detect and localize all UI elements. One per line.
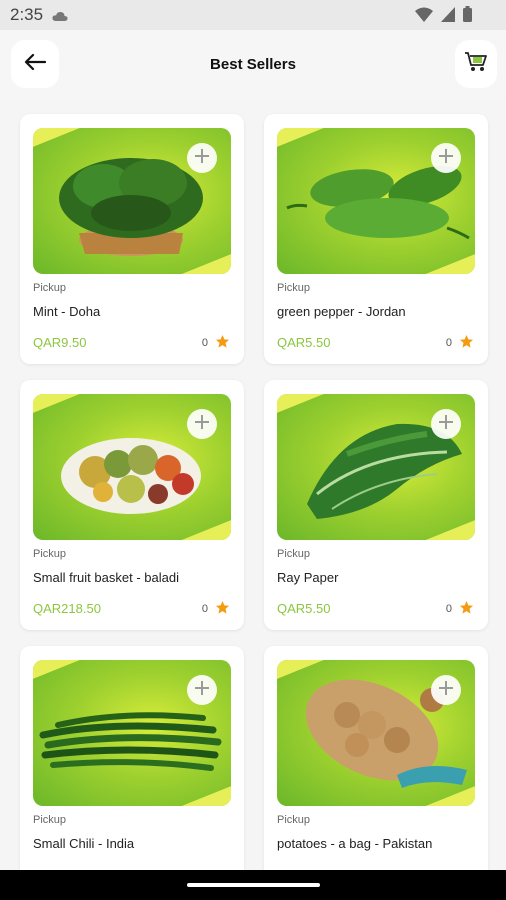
product-image xyxy=(277,394,475,540)
product-card[interactable]: Pickup Ray Paper QAR5.50 0 xyxy=(264,380,488,630)
product-price: QAR5.50 xyxy=(277,601,331,616)
status-time: 2:35 xyxy=(10,5,44,24)
product-rating: 0 xyxy=(446,334,474,352)
product-card[interactable]: Pickup Small Chili - India xyxy=(20,646,244,896)
pickup-label: Pickup xyxy=(33,282,67,294)
star-icon xyxy=(215,600,230,618)
star-icon xyxy=(459,600,474,618)
plus-icon xyxy=(438,680,454,701)
plus-icon xyxy=(438,148,454,169)
product-price: QAR9.50 xyxy=(33,335,87,350)
product-name: potatoes - a bag - Pakistan xyxy=(277,836,433,851)
system-nav-bar xyxy=(0,870,506,900)
pickup-label: Pickup xyxy=(33,548,67,560)
cloud-icon xyxy=(52,9,68,27)
add-to-cart-button[interactable] xyxy=(187,143,217,173)
rating-value: 0 xyxy=(445,337,452,349)
signal-icon xyxy=(441,6,455,27)
pickup-label: Pickup xyxy=(33,814,67,826)
product-name: Small fruit basket - baladi xyxy=(33,570,179,585)
product-name: Mint - Doha xyxy=(33,304,101,319)
add-to-cart-button[interactable] xyxy=(187,409,217,439)
product-image xyxy=(33,128,231,274)
plus-icon xyxy=(194,680,210,701)
home-gesture-handle[interactable] xyxy=(187,883,320,887)
product-name: Ray Paper xyxy=(277,570,339,585)
plus-icon xyxy=(194,148,210,169)
add-to-cart-button[interactable] xyxy=(431,409,461,439)
cart-button[interactable] xyxy=(455,40,497,88)
rating-value: 0 xyxy=(201,603,208,615)
product-image xyxy=(33,660,231,806)
rating-value: 0 xyxy=(445,603,452,615)
status-bar: 2:35 xyxy=(0,0,506,30)
cart-icon xyxy=(464,51,488,78)
star-icon xyxy=(459,334,474,352)
product-rating: 0 xyxy=(446,600,474,618)
add-to-cart-button[interactable] xyxy=(187,675,217,705)
product-price: QAR218.50 xyxy=(33,601,101,616)
product-image xyxy=(277,660,475,806)
pickup-label: Pickup xyxy=(277,282,311,294)
product-card[interactable]: Pickup Small fruit basket - baladi QAR21… xyxy=(20,380,244,630)
star-icon xyxy=(215,334,230,352)
product-card[interactable]: Pickup potatoes - a bag - Pakistan xyxy=(264,646,488,896)
add-to-cart-button[interactable] xyxy=(431,143,461,173)
product-price: QAR5.50 xyxy=(277,335,331,350)
plus-icon xyxy=(194,414,210,435)
battery-icon xyxy=(463,6,472,27)
product-name: green pepper - Jordan xyxy=(277,304,406,319)
rating-value: 0 xyxy=(201,337,208,349)
product-rating: 0 xyxy=(202,600,230,618)
product-image xyxy=(277,128,475,274)
pickup-label: Pickup xyxy=(277,548,311,560)
add-to-cart-button[interactable] xyxy=(431,675,461,705)
product-image xyxy=(33,394,231,540)
pickup-label: Pickup xyxy=(277,814,311,826)
page-title: Best Sellers xyxy=(210,56,296,73)
plus-icon xyxy=(438,414,454,435)
product-card[interactable]: Pickup Mint - Doha QAR9.50 0 xyxy=(20,114,244,364)
product-rating: 0 xyxy=(202,334,230,352)
product-name: Small Chili - India xyxy=(33,836,135,851)
wifi-icon xyxy=(415,7,433,27)
app-bar: Best Sellers xyxy=(0,30,506,98)
product-card[interactable]: Pickup green pepper - Jordan QAR5.50 0 xyxy=(264,114,488,364)
